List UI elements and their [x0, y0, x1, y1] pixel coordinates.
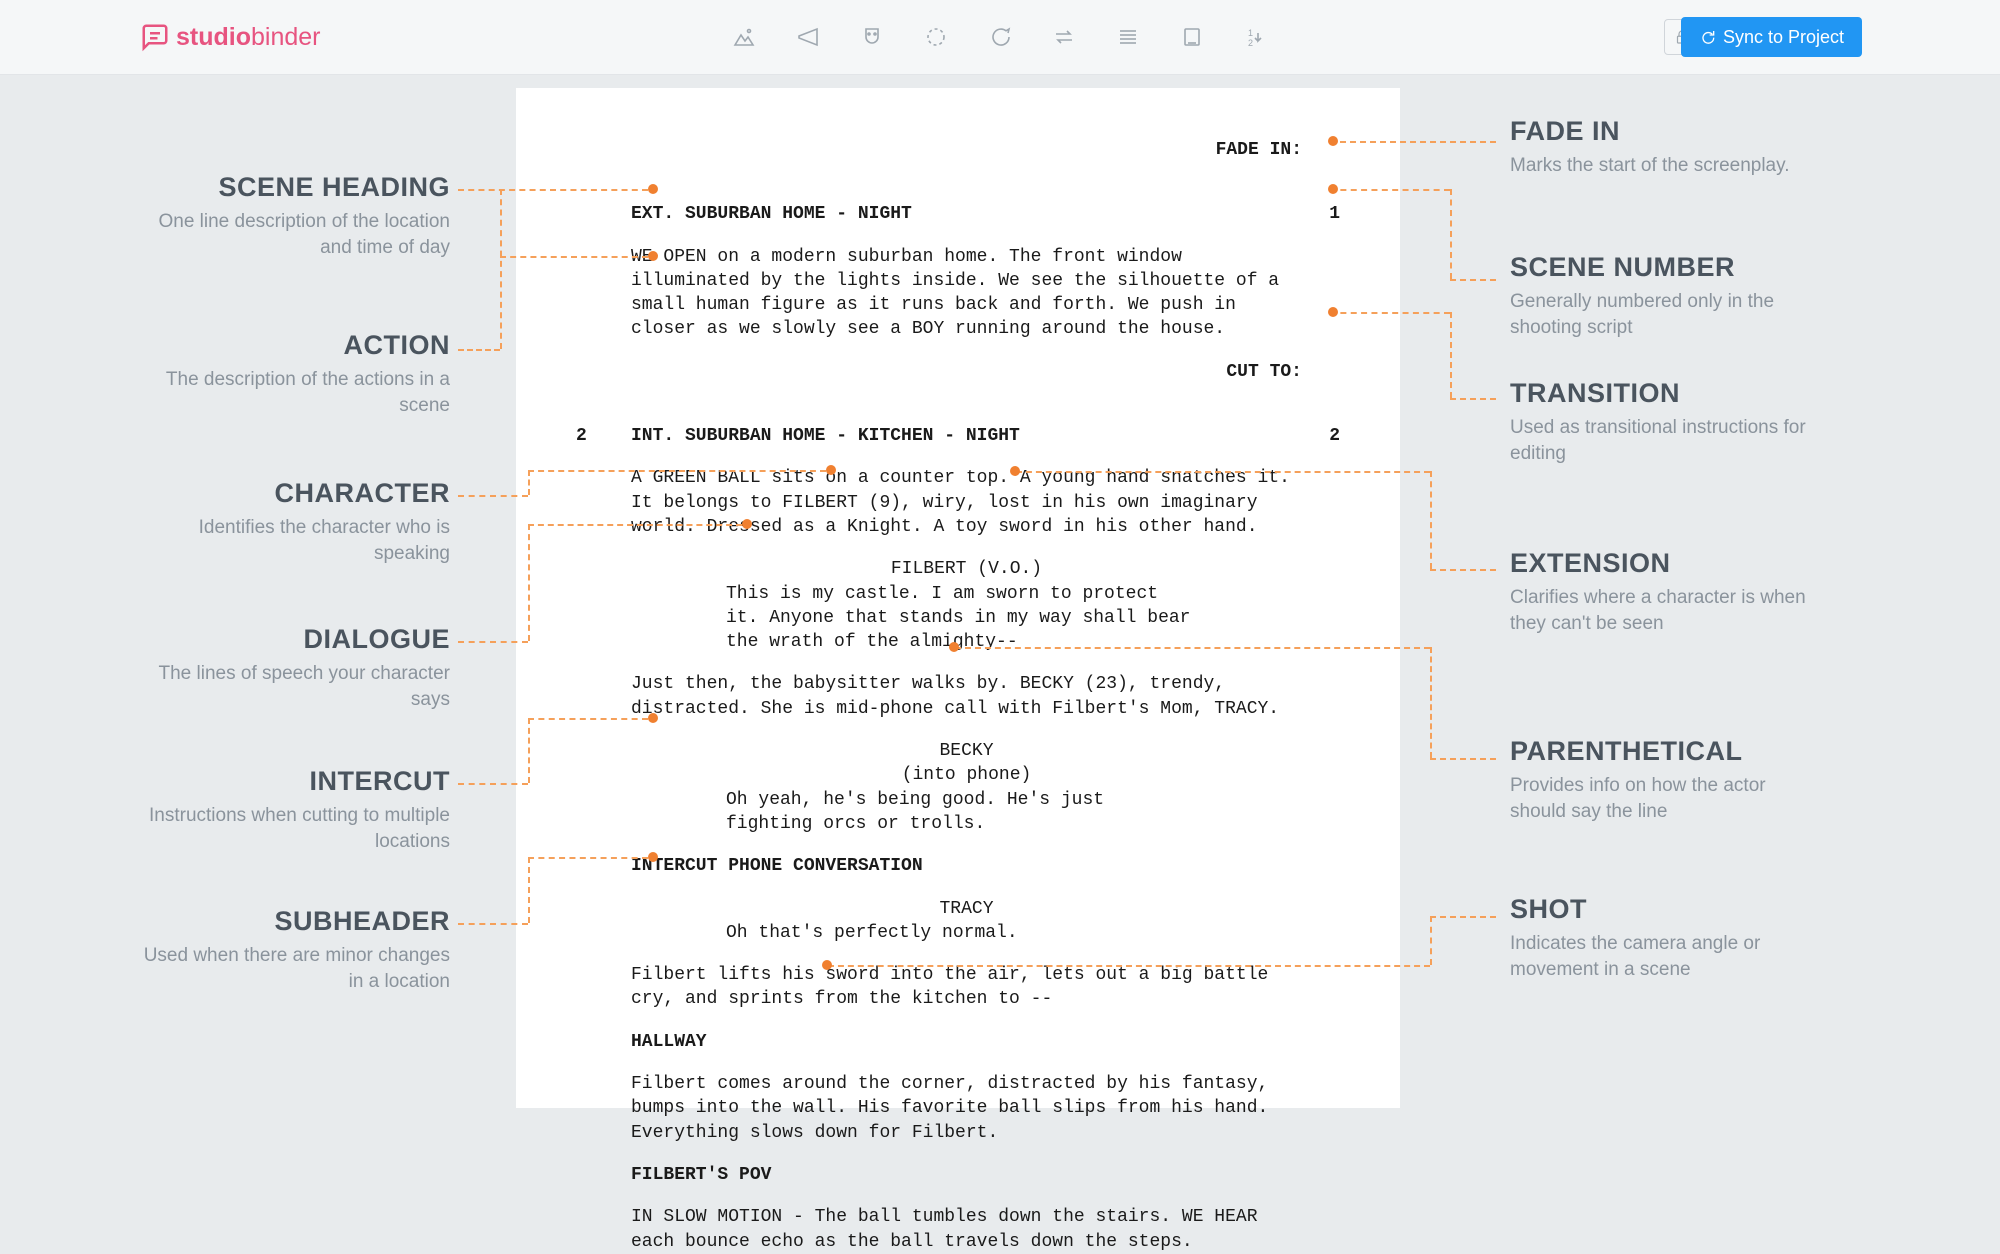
sync-label: Sync to Project — [1723, 27, 1844, 48]
annotation-dialogue: DIALOGUE The lines of speech your charac… — [140, 624, 450, 712]
annotation-shot: SHOT Indicates the camera angle or movem… — [1510, 894, 1820, 982]
annotation-subheader: SUBHEADER Used when there are minor chan… — [140, 906, 450, 994]
scene-1-action: WE OPEN on a modern suburban home. The f… — [631, 245, 1302, 342]
connector — [1430, 916, 1496, 918]
connector — [1430, 471, 1432, 569]
swap-icon[interactable] — [1050, 23, 1078, 51]
connector — [1450, 279, 1496, 281]
subheader-hallway: HALLWAY — [631, 1030, 1340, 1054]
sync-button[interactable]: Sync to Project — [1681, 17, 1862, 57]
parenthetical-becky: (into phone) — [631, 763, 1302, 787]
connector — [1430, 647, 1432, 758]
svg-text:1: 1 — [1248, 28, 1253, 38]
scene-2-action: A GREEN BALL sits on a counter top. A yo… — [631, 466, 1302, 539]
annotation-intercut: INTERCUT Instructions when cutting to mu… — [140, 766, 450, 854]
connector-dot — [1328, 136, 1338, 146]
lines-icon[interactable] — [1114, 23, 1142, 51]
connector-dot — [826, 465, 836, 475]
annotation-scene-number: SCENE NUMBER Generally numbered only in … — [1510, 252, 1820, 340]
intercut: INTERCUT PHONE CONVERSATION — [631, 854, 1340, 878]
action-2: Just then, the babysitter walks by. BECK… — [631, 672, 1302, 721]
sync-icon — [1699, 29, 1715, 45]
character-filbert: FILBERT (V.O.) — [631, 557, 1302, 581]
character-tracy: TRACY — [631, 897, 1302, 921]
announce-icon[interactable] — [794, 23, 822, 51]
annotation-fade-in: FADE IN Marks the start of the screenpla… — [1510, 116, 1820, 179]
connector-dot — [949, 642, 959, 652]
annotation-parenthetical: PARENTHETICAL Provides info on how the a… — [1510, 736, 1820, 824]
connector-dot — [648, 713, 658, 723]
connector-dot — [822, 960, 832, 970]
action-5: IN SLOW MOTION - The ball tumbles down t… — [631, 1205, 1302, 1254]
numbers-icon[interactable]: 12 — [1242, 23, 1270, 51]
dialogue-filbert: This is my castle. I am sworn to protect… — [726, 582, 1200, 655]
toolbar-icons: 12 — [730, 23, 1270, 51]
connector — [1430, 916, 1432, 965]
connector-dot — [742, 519, 752, 529]
logo-text-2: binder — [251, 23, 321, 51]
connector-dot — [648, 852, 658, 862]
action-4: Filbert comes around the corner, distrac… — [631, 1072, 1302, 1145]
connector — [1450, 189, 1452, 279]
scene-2-heading: 2 INT. SUBURBAN HOME - KITCHEN - NIGHT 2 — [576, 424, 1340, 448]
connector-dot — [1328, 184, 1338, 194]
circle-icon[interactable] — [922, 23, 950, 51]
annotation-extension: EXTENSION Clarifies where a character is… — [1510, 548, 1820, 636]
dialogue-becky: Oh yeah, he's being good. He's just figh… — [726, 788, 1200, 837]
connector — [1450, 312, 1452, 398]
scene-icon[interactable] — [730, 23, 758, 51]
annotation-action: ACTION The description of the actions in… — [140, 330, 450, 418]
fade-in: FADE IN: — [576, 138, 1340, 162]
character-becky: BECKY — [631, 739, 1302, 763]
connector — [1430, 758, 1496, 760]
connector-dot — [648, 251, 658, 261]
logo-icon — [140, 22, 170, 52]
annotation-transition: TRANSITION Used as transitional instruct… — [1510, 378, 1820, 466]
mask-icon[interactable] — [858, 23, 886, 51]
comment-icon[interactable] — [986, 23, 1014, 51]
connector-dot — [1010, 466, 1020, 476]
connector-dot — [648, 184, 658, 194]
action-3: Filbert lifts his sword into the air, le… — [631, 963, 1302, 1012]
top-toolbar: studiobinder 12 Sync to Project — [0, 0, 2000, 75]
connector — [458, 349, 500, 351]
dialogue-tracy: Oh that's perfectly normal. — [726, 921, 1200, 945]
connector-dot — [1328, 307, 1338, 317]
annotation-scene-heading: SCENE HEADING One line description of th… — [140, 172, 450, 260]
logo[interactable]: studiobinder — [140, 22, 321, 52]
shot-pov: FILBERT'S POV — [631, 1163, 1340, 1187]
note-icon[interactable] — [1178, 23, 1206, 51]
logo-text-1: studio — [176, 23, 251, 51]
transition-cut-to: CUT TO: — [576, 360, 1340, 384]
svg-text:2: 2 — [1248, 38, 1253, 48]
connector — [500, 189, 502, 349]
scene-1-heading: EXT. SUBURBAN HOME - NIGHT 1 — [576, 202, 1340, 226]
annotation-character: CHARACTER Identifies the character who i… — [140, 478, 450, 566]
connector — [1450, 398, 1496, 400]
script-page: FADE IN: EXT. SUBURBAN HOME - NIGHT 1 WE… — [516, 88, 1400, 1108]
connector — [1430, 569, 1496, 571]
